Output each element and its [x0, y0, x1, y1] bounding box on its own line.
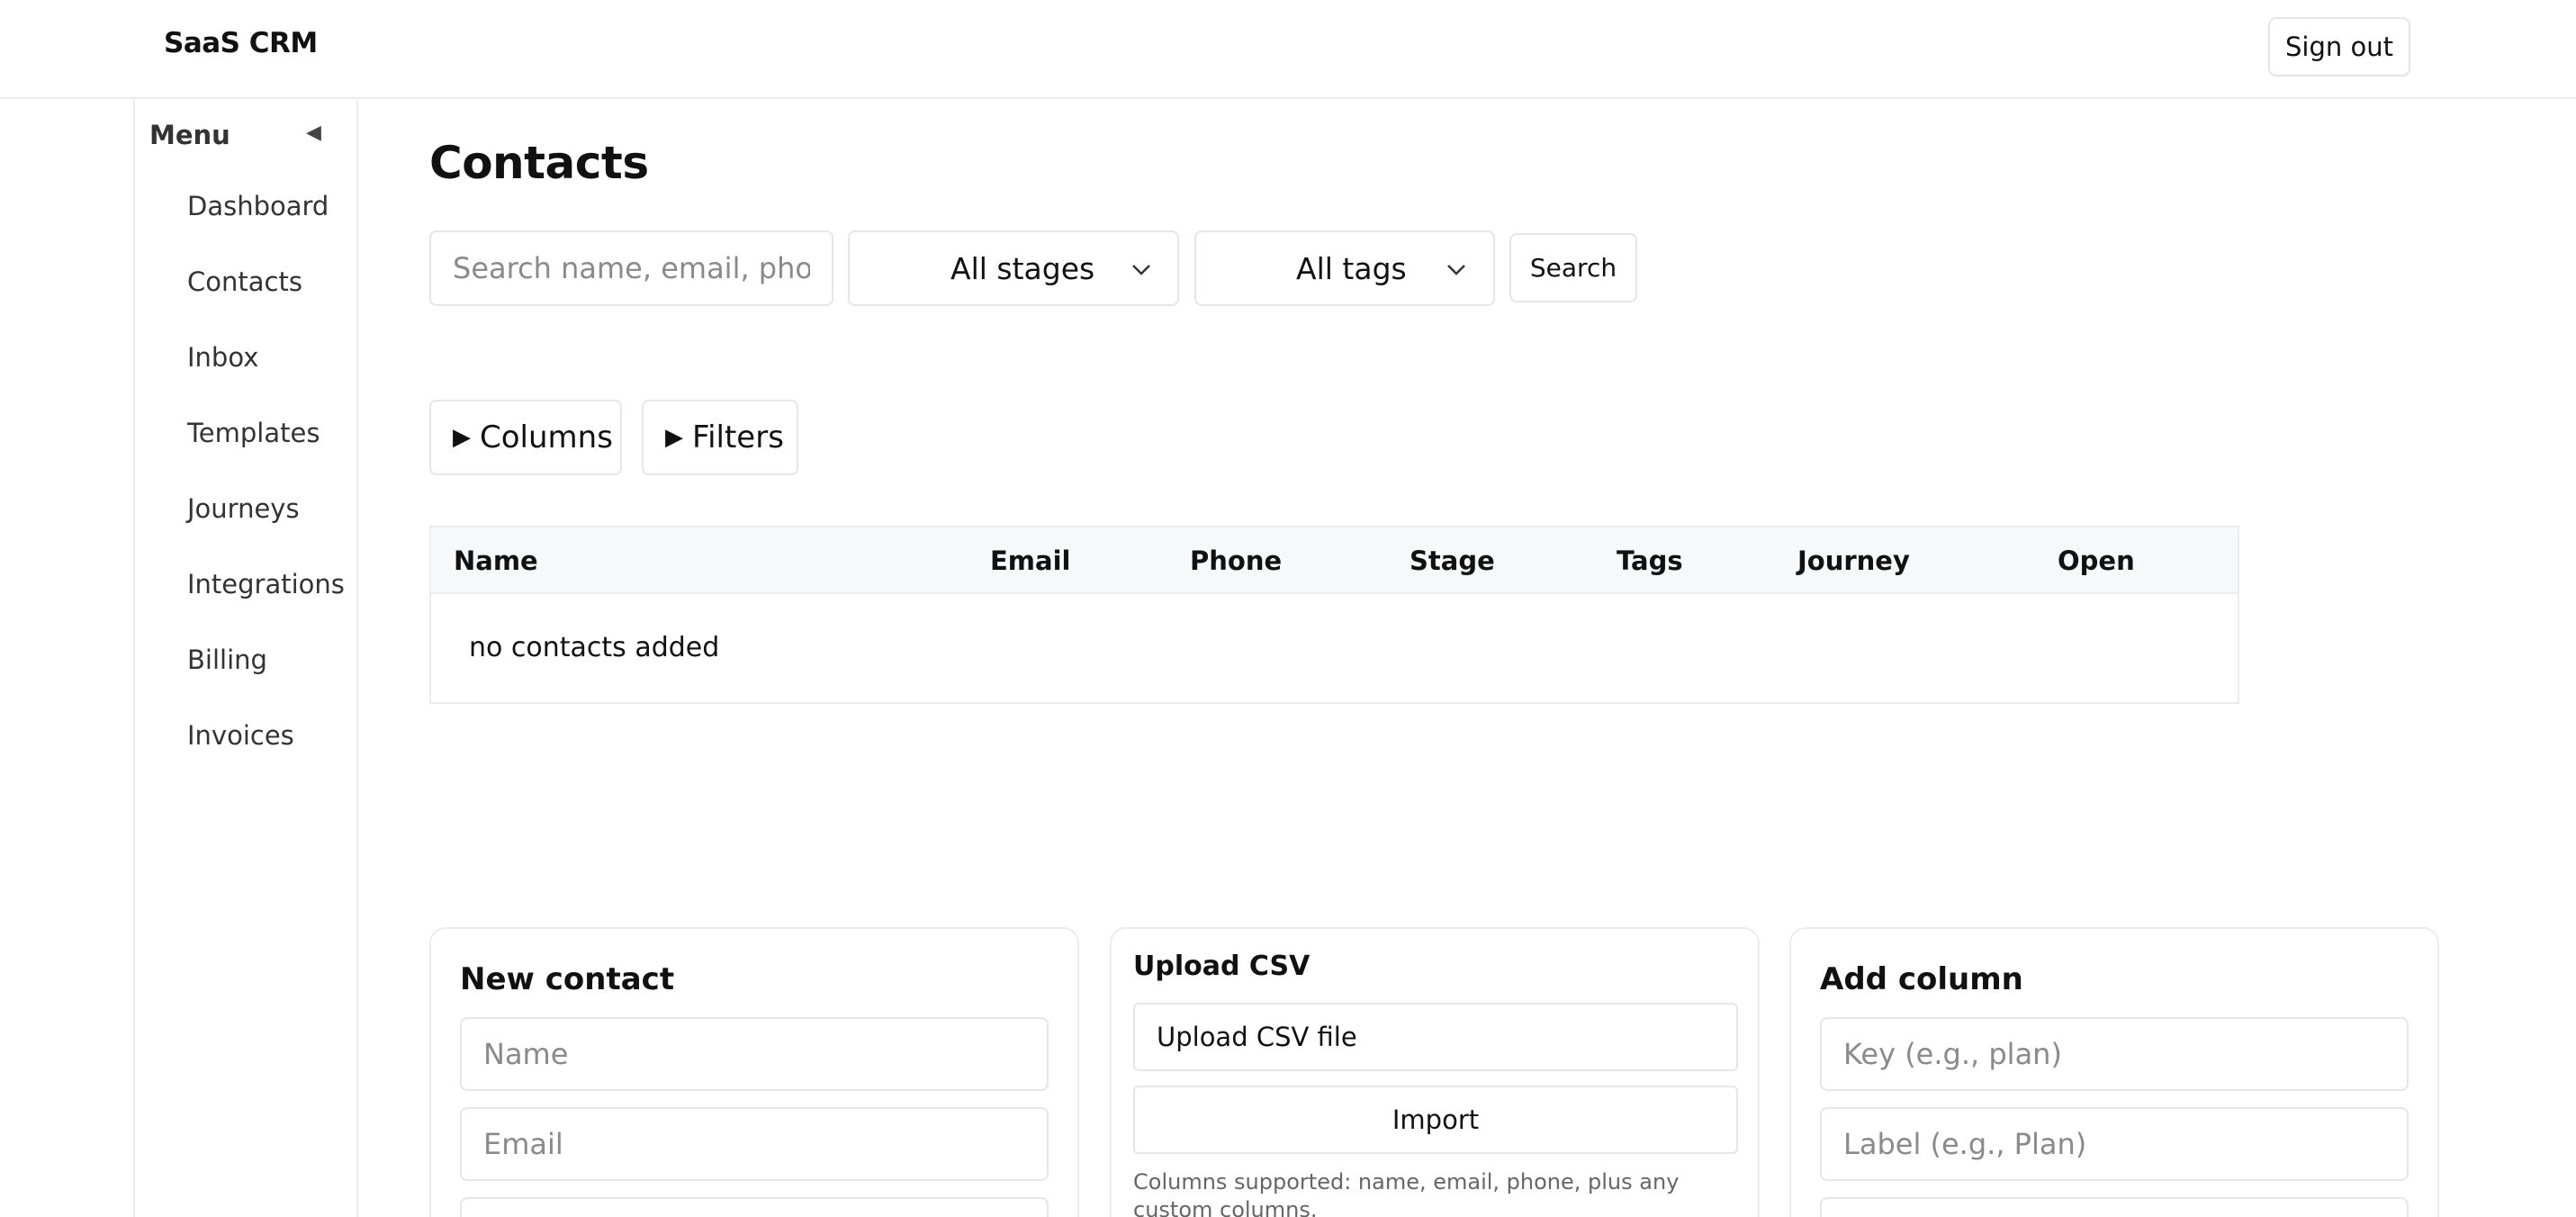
collapse-left-icon[interactable]: ◀: [306, 122, 321, 144]
csv-columns-note: Columns supported: name, email, phone, p…: [1133, 1169, 1680, 1217]
column-type-field[interactable]: [1820, 1197, 2409, 1217]
search-input[interactable]: [429, 230, 833, 306]
columns-toggle[interactable]: ▶ Columns: [429, 400, 622, 475]
chevron-down-icon: [1447, 265, 1465, 275]
contact-email-field[interactable]: [460, 1107, 1049, 1181]
stage-filter-value: All stages: [950, 251, 1095, 286]
app-brand: SaaS CRM: [164, 27, 318, 59]
column-header-phone[interactable]: Phone: [1190, 545, 1282, 576]
contact-name-field[interactable]: [460, 1017, 1049, 1091]
contacts-table: Name Email Phone Stage Tags Journey Open…: [429, 526, 2239, 704]
sidebar-item-integrations[interactable]: Integrations: [187, 569, 345, 599]
top-bar: SaaS CRM Sign out: [0, 0, 2576, 99]
search-button[interactable]: Search: [1509, 233, 1637, 302]
column-label-field[interactable]: [1820, 1107, 2409, 1181]
column-header-journey[interactable]: Journey: [1797, 545, 1910, 576]
expand-right-icon: ▶: [453, 424, 471, 451]
add-column-title: Add column: [1820, 961, 2023, 997]
page-title: Contacts: [429, 137, 649, 189]
sidebar-item-journeys[interactable]: Journeys: [187, 493, 300, 524]
sidebar: Menu ◀ Dashboard Contacts Inbox Template…: [133, 100, 358, 1217]
sign-out-button[interactable]: Sign out: [2268, 17, 2410, 77]
column-header-email[interactable]: Email: [990, 545, 1070, 576]
sidebar-item-dashboard[interactable]: Dashboard: [187, 191, 329, 221]
new-contact-title: New contact: [460, 961, 675, 997]
sidebar-item-invoices[interactable]: Invoices: [187, 720, 294, 751]
tag-filter-select[interactable]: All tags: [1194, 230, 1495, 306]
expand-right-icon: ▶: [665, 424, 683, 451]
import-button[interactable]: Import: [1133, 1086, 1738, 1154]
column-header-open[interactable]: Open: [2058, 545, 2135, 576]
filters-toggle[interactable]: ▶ Filters: [642, 400, 798, 475]
columns-toggle-label: Columns: [480, 419, 613, 455]
column-header-stage[interactable]: Stage: [1410, 545, 1495, 576]
upload-csv-file-button[interactable]: Upload CSV file: [1133, 1003, 1738, 1071]
column-key-field[interactable]: [1820, 1017, 2409, 1091]
column-header-name[interactable]: Name: [454, 545, 538, 576]
sidebar-item-inbox[interactable]: Inbox: [187, 342, 258, 373]
contact-phone-field[interactable]: [460, 1197, 1049, 1217]
sidebar-item-billing[interactable]: Billing: [187, 645, 267, 675]
stage-filter-select[interactable]: All stages: [848, 230, 1179, 306]
table-header-row: Name Email Phone Stage Tags Journey Open: [431, 527, 2238, 594]
column-header-tags[interactable]: Tags: [1617, 545, 1683, 576]
sidebar-item-templates[interactable]: Templates: [187, 418, 320, 448]
empty-table-message: no contacts added: [469, 632, 720, 663]
upload-csv-card: Upload CSV Upload CSV file Import Column…: [1110, 927, 1760, 1217]
upload-csv-title: Upload CSV: [1133, 951, 1311, 982]
tag-filter-value: All tags: [1296, 251, 1407, 286]
add-column-card: Add column: [1789, 927, 2439, 1217]
sidebar-item-contacts[interactable]: Contacts: [187, 266, 302, 297]
chevron-down-icon: [1132, 265, 1150, 275]
sidebar-menu-title: Menu: [149, 120, 230, 150]
new-contact-card: New contact: [429, 927, 1079, 1217]
filters-toggle-label: Filters: [692, 419, 784, 455]
